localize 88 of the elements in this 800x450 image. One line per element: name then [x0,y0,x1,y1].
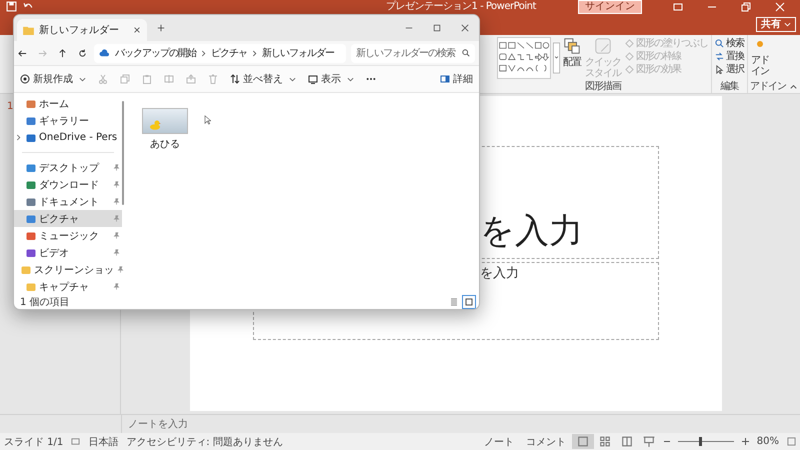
expand-chevron-icon[interactable] [16,134,21,141]
slide-number: 1 [7,101,14,112]
comments-button[interactable]: コメント [524,434,568,448]
file-name[interactable]: あひる [150,137,180,151]
pin-icon[interactable] [117,266,124,273]
chevron-icon [252,50,257,56]
new-button[interactable]: 新規作成 [20,72,86,86]
fit-slide-icon[interactable] [787,437,796,446]
nav-item[interactable]: キャプチャ [14,278,122,295]
add-ins-button[interactable]: アド イン [750,37,770,77]
shape-gallery[interactable] [497,37,551,79]
group-label: 編集 [720,81,740,93]
subtitle-text: を入力 [480,265,519,282]
address-bar[interactable]: バックアップの開始 ピクチャ 新しいフォルダー [94,44,346,62]
mouse-cursor-icon [204,115,211,125]
breadcrumb-item[interactable]: バックアップの開始 [115,46,196,60]
notes-field[interactable]: ノートを入力 [128,417,188,431]
breadcrumb-item[interactable]: ピクチャ [211,46,247,60]
group-label: 図形描画 [584,81,622,93]
sort-button[interactable]: 並べ替え [230,72,296,86]
details-pane-icon [440,74,450,84]
back-icon[interactable] [18,48,27,58]
search-icon [462,49,470,57]
arrange-button[interactable]: 配置 [562,37,582,68]
dot-icon [755,39,765,49]
item-count: 1 個の項目 [20,296,70,308]
replace-icon [715,52,724,61]
details-view-button[interactable] [448,296,460,308]
pin-icon[interactable] [113,181,120,188]
breadcrumb-item[interactable]: 新しいフォルダー [262,46,334,60]
restore-icon[interactable] [741,2,751,12]
close-icon[interactable] [133,26,141,34]
window-title: プレゼンテーション1 - PowerPoint [386,1,536,12]
nav-item[interactable]: ギャラリー [14,112,122,129]
plus-circle-icon [20,74,30,84]
close-icon[interactable] [461,24,469,32]
chevron-icon [201,50,206,56]
nav-item[interactable]: スクリーンショッ [14,261,122,278]
pin-icon[interactable] [113,215,120,222]
new-tab-icon[interactable] [157,24,165,32]
language-label[interactable]: 日本語 [88,434,118,448]
pin-icon[interactable] [113,249,120,256]
tab-title: 新しいフォルダー [39,24,120,37]
collapse-ribbon-icon[interactable] [789,82,798,91]
notes-button[interactable]: ノート [482,434,516,448]
details-button[interactable]: 詳細 [440,72,473,86]
rubber-duck-icon [149,120,161,130]
caret-icon [79,76,86,82]
pin-icon[interactable] [113,198,120,205]
accessibility-status[interactable]: アクセシビリティ: 問題ありません [126,434,283,448]
group-label: アドイン [750,81,786,93]
nav-item[interactable]: ダウンロード [14,176,122,193]
cloud-backup-icon [99,48,110,58]
nav-item[interactable]: OneDrive - Pers [14,129,122,146]
pin-icon[interactable] [113,283,120,290]
maximize-icon[interactable] [433,24,441,32]
thumbnail-view-button[interactable] [463,296,475,308]
slide-counter: スライド 1/1 [4,436,64,448]
cursor-icon [715,65,724,74]
normal-view-button[interactable] [572,434,594,449]
zoom-thumb[interactable] [699,437,702,446]
editing-button[interactable]: 置換 [714,50,745,63]
pin-icon[interactable] [113,232,120,239]
caret-icon [289,76,296,82]
share-button[interactable]: 共有 [756,17,796,32]
zoom-in-icon[interactable] [742,438,749,445]
nav-item[interactable]: ドキュメント [14,193,122,210]
caret-icon [347,76,354,82]
nav-item[interactable]: ビデオ [14,244,122,261]
editing-button[interactable]: 検索 [714,37,745,50]
view-button[interactable]: 表示 [308,72,354,86]
nav-item[interactable]: ミュージック [14,227,122,244]
caret-icon [784,22,791,26]
sort-icon [230,74,240,84]
editing-button[interactable]: 選択 [714,63,745,76]
sign-in-button[interactable]: サインイン [578,0,642,14]
save-icon[interactable] [6,1,17,12]
refresh-icon[interactable] [78,48,87,58]
folder-tab[interactable]: 新しいフォルダー [17,19,147,41]
zoom-level[interactable]: 80% [756,436,779,447]
up-icon[interactable] [58,48,67,58]
title-text: を入力 [480,210,583,253]
nav-item[interactable]: ホーム [14,95,122,112]
pin-icon[interactable] [113,164,120,171]
nav-item[interactable]: ピクチャ [14,210,122,227]
nav-item[interactable]: デスクトップ [14,159,122,176]
ribbon-display-icon[interactable] [673,2,683,12]
search-icon [715,39,724,48]
